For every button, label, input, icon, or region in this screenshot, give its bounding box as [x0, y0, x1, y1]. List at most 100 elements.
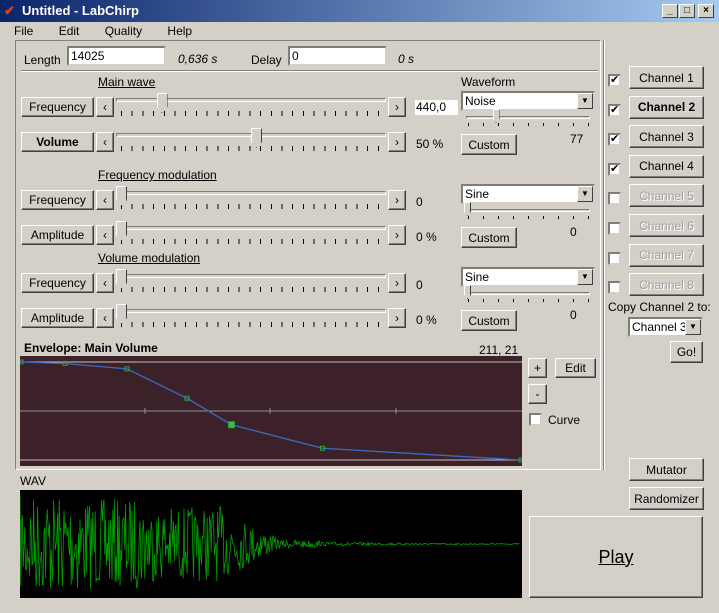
- freq_mod-frequency-slider[interactable]: [116, 191, 386, 195]
- title-bar: ✔ Untitled - LabChirp: [0, 0, 719, 22]
- vol_mod-frequency-increase-button[interactable]: ›: [388, 273, 406, 293]
- freq_mod-custom-button[interactable]: Custom: [461, 227, 517, 248]
- main_wave-waveform-param-slider[interactable]: [466, 116, 590, 119]
- slider-ticks: [121, 204, 383, 209]
- channel-7-button[interactable]: Channel 7: [629, 244, 704, 267]
- main_wave-volume-button[interactable]: Volume: [21, 132, 94, 152]
- app-icon: ✔: [4, 0, 15, 22]
- edit-envelope-button[interactable]: Edit: [555, 358, 596, 378]
- menu-quality[interactable]: Quality: [105, 24, 142, 38]
- freq_mod-waveform-param-slider[interactable]: [466, 209, 590, 212]
- curve-label: Curve: [548, 413, 580, 427]
- menu-bar: File Edit Quality Help: [14, 24, 214, 38]
- copy-target-select[interactable]: Channel 3▼: [628, 317, 703, 337]
- menu-file[interactable]: File: [14, 24, 33, 38]
- menu-help[interactable]: Help: [167, 24, 192, 38]
- vol_mod-amplitude-increase-button[interactable]: ›: [388, 308, 406, 328]
- freq_mod-frequency-increase-button[interactable]: ›: [388, 190, 406, 210]
- vol_mod-frequency-slider[interactable]: [116, 274, 386, 278]
- channel-7-checkbox[interactable]: [608, 252, 621, 265]
- delay-input[interactable]: 0: [288, 46, 387, 66]
- main_wave-frequency-increase-button[interactable]: ›: [388, 97, 406, 117]
- delay-seconds: 0 s: [398, 52, 414, 66]
- chevron-down-icon: ▼: [577, 93, 593, 109]
- freq_mod-frequency-button[interactable]: Frequency: [21, 190, 94, 210]
- main_wave-frequency-button[interactable]: Frequency: [21, 97, 94, 117]
- freq_mod-frequency-value: 0: [416, 195, 423, 209]
- freq_mod-amplitude-decrease-button[interactable]: ‹: [96, 225, 114, 245]
- main_wave-waveform-select[interactable]: Noise ▼: [461, 91, 595, 111]
- main_wave-custom-button[interactable]: Custom: [461, 134, 517, 155]
- main_wave-section-title: Main wave: [98, 75, 155, 89]
- close-button[interactable]: ×: [698, 4, 714, 18]
- randomizer-button[interactable]: Randomizer: [629, 487, 704, 510]
- window-title: Untitled - LabChirp: [22, 3, 139, 18]
- main_wave-volume-value: 50 %: [416, 137, 443, 151]
- freq_mod-amplitude-increase-button[interactable]: ›: [388, 225, 406, 245]
- curve-checkbox[interactable]: [529, 413, 542, 426]
- channel-4-button[interactable]: Channel 4: [629, 155, 704, 178]
- freq_mod-waveform-select[interactable]: Sine ▼: [461, 184, 595, 204]
- main_wave-frequency-decrease-button[interactable]: ‹: [96, 97, 114, 117]
- vol_mod-amplitude-slider[interactable]: [116, 309, 386, 313]
- channel-6-checkbox[interactable]: [608, 222, 621, 235]
- freq_mod-frequency-decrease-button[interactable]: ‹: [96, 190, 114, 210]
- freq_mod-amplitude-button[interactable]: Amplitude: [21, 225, 94, 245]
- channel-2-checkbox[interactable]: ✔: [608, 104, 621, 117]
- menu-edit[interactable]: Edit: [59, 24, 80, 38]
- freq_mod-waveform-param-value: 0: [570, 225, 577, 239]
- slider-ticks: [121, 239, 383, 244]
- channel-3-checkbox[interactable]: ✔: [608, 133, 621, 146]
- channel-8-checkbox[interactable]: [608, 281, 621, 294]
- vol_mod-waveform-select[interactable]: Sine▼: [461, 267, 595, 287]
- length-input[interactable]: 14025: [67, 46, 166, 66]
- freq_mod-waveform-value: Sine: [465, 187, 489, 201]
- channel-4-checkbox[interactable]: ✔: [608, 163, 621, 176]
- chevron-down-icon: ▼: [685, 319, 701, 335]
- waveform-label: Waveform: [461, 75, 515, 89]
- remove-point-button[interactable]: -: [528, 384, 547, 404]
- vol_mod-frequency-decrease-button[interactable]: ‹: [96, 273, 114, 293]
- delay-label: Delay: [251, 53, 282, 67]
- vol_mod-waveform-param-value: 0: [570, 308, 577, 322]
- vol_mod-waveform-value: Sine: [465, 270, 489, 284]
- go-button[interactable]: Go!: [670, 341, 703, 363]
- vol_mod-amplitude-decrease-button[interactable]: ‹: [96, 308, 114, 328]
- slider-ticks: [468, 216, 590, 219]
- vol_mod-custom-button[interactable]: Custom: [461, 310, 517, 331]
- chevron-down-icon: ▼: [577, 186, 593, 202]
- channel-3-button[interactable]: Channel 3: [629, 125, 704, 148]
- channel-2-button[interactable]: Channel 2: [629, 96, 704, 119]
- slider-ticks: [121, 322, 383, 327]
- envelope-title: Envelope: Main Volume: [24, 341, 158, 355]
- main_wave-volume-increase-button[interactable]: ›: [388, 132, 406, 152]
- main_wave-waveform-value: Noise: [465, 94, 496, 108]
- divider: [603, 40, 605, 470]
- envelope-point[interactable]: [229, 422, 235, 428]
- channel-1-button[interactable]: Channel 1: [629, 66, 704, 89]
- freq_mod-amplitude-slider[interactable]: [116, 226, 386, 230]
- length-seconds: 0,636 s: [178, 52, 217, 66]
- add-point-button[interactable]: +: [528, 358, 547, 378]
- vol_mod-frequency-value: 0: [416, 278, 423, 292]
- envelope-editor[interactable]: [20, 356, 522, 466]
- mutator-button[interactable]: Mutator: [629, 458, 704, 481]
- play-button[interactable]: Play: [529, 516, 703, 598]
- main-frequency-input[interactable]: 440,0: [415, 100, 458, 115]
- main_wave-volume-decrease-button[interactable]: ‹: [96, 132, 114, 152]
- slider-ticks: [468, 123, 590, 126]
- vol_mod-frequency-button[interactable]: Frequency: [21, 273, 94, 293]
- channel-5-button[interactable]: Channel 5: [629, 184, 704, 207]
- copy-channel-label: Copy Channel 2 to:: [608, 300, 711, 314]
- channel-6-button[interactable]: Channel 6: [629, 214, 704, 237]
- channel-8-button[interactable]: Channel 8: [629, 273, 704, 296]
- minimize-button[interactable]: _: [662, 4, 678, 18]
- freq_mod-section-title: Frequency modulation: [98, 168, 217, 182]
- maximize-button[interactable]: □: [679, 4, 695, 18]
- length-label: Length: [24, 53, 61, 67]
- vol_mod-waveform-param-slider[interactable]: [466, 292, 590, 295]
- channel-1-checkbox[interactable]: ✔: [608, 74, 621, 87]
- channel-5-checkbox[interactable]: [608, 192, 621, 205]
- slider-ticks: [121, 287, 383, 292]
- vol_mod-amplitude-button[interactable]: Amplitude: [21, 308, 94, 328]
